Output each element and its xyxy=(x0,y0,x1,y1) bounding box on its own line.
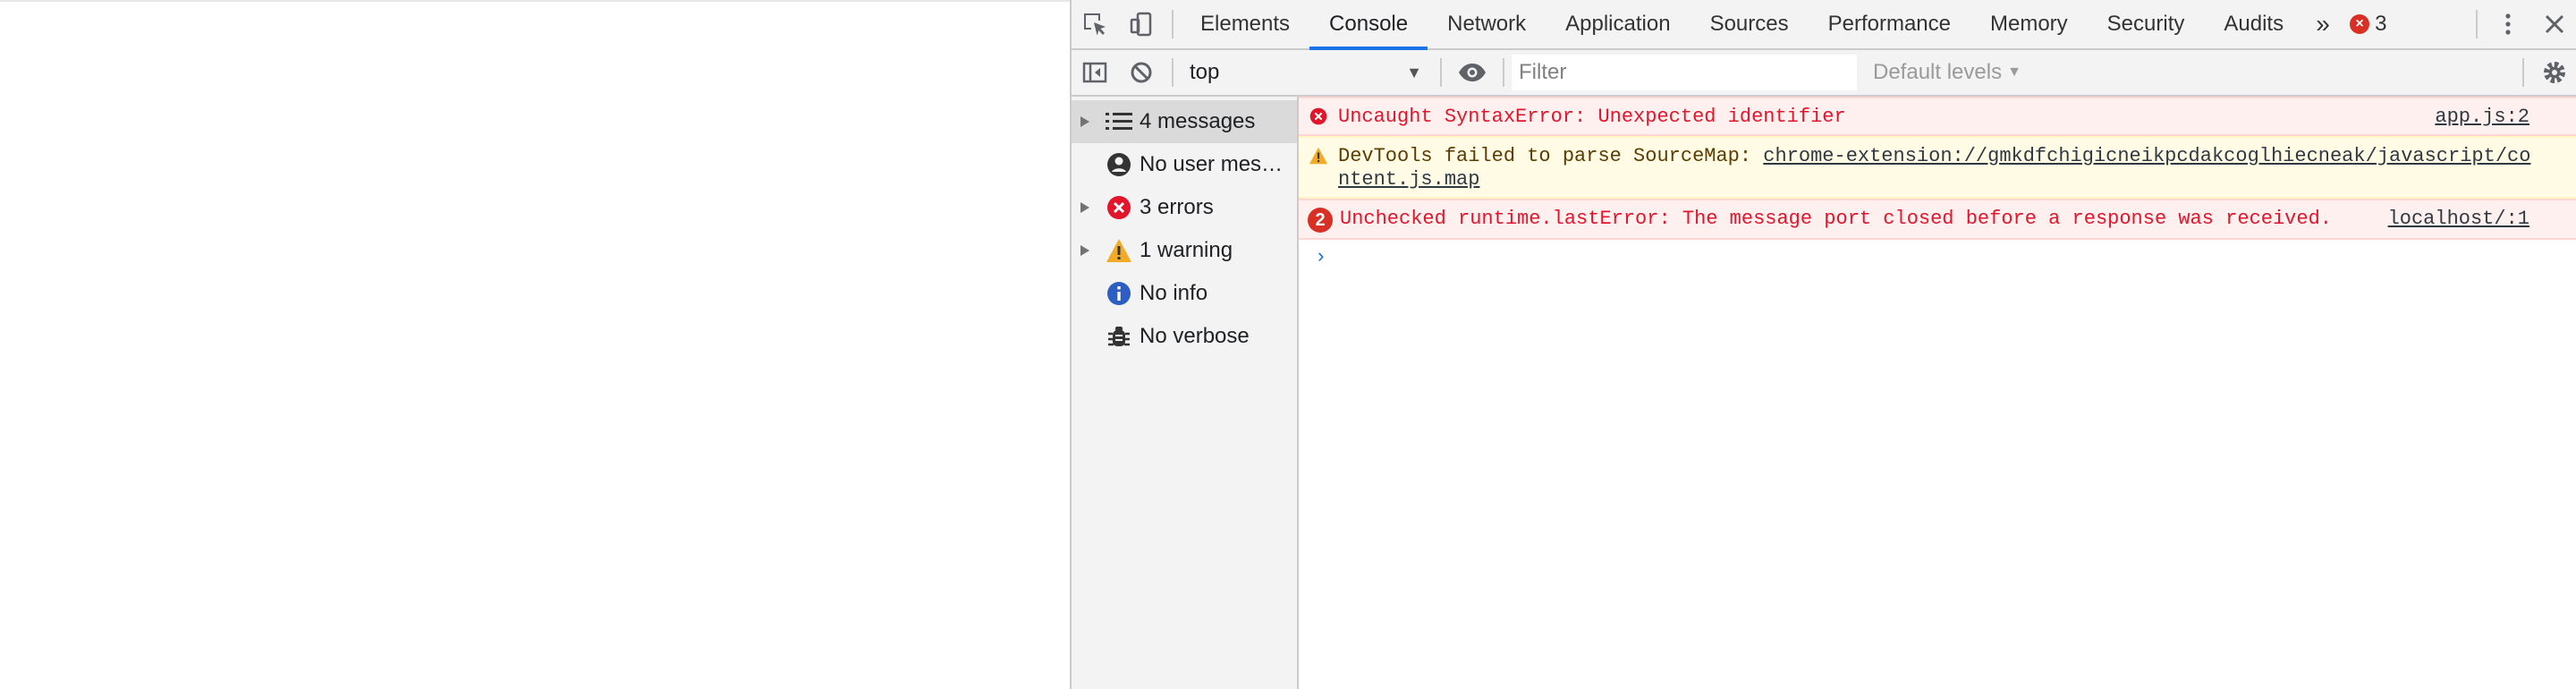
warning-icon xyxy=(1299,145,1338,165)
close-devtools-icon[interactable] xyxy=(2531,0,2576,48)
repeat-count-badge: 2 xyxy=(1308,208,1333,233)
expand-caret-icon[interactable] xyxy=(1072,244,1098,257)
sidebar-item-label: No verbose xyxy=(1140,324,1250,348)
sidebar-item-label: 3 errors xyxy=(1140,195,1214,219)
devtools-tabbar: Elements Console Network Application Sou… xyxy=(1072,0,2576,50)
sidebar-item-label: 1 warning xyxy=(1140,238,1233,262)
sidebar-item-warnings[interactable]: 1 warning xyxy=(1072,229,1297,272)
tab-performance[interactable]: Performance xyxy=(1809,0,1970,48)
tab-audits[interactable]: Audits xyxy=(2204,0,2303,48)
inspected-page xyxy=(0,0,1070,689)
expand-caret-icon[interactable] xyxy=(1072,201,1098,214)
live-expression-eye-icon[interactable] xyxy=(1449,50,1496,95)
inspect-element-icon[interactable] xyxy=(1072,0,1118,48)
console-messages: Uncaught SyntaxError: Unexpected identif… xyxy=(1299,97,2576,689)
toolbar-divider xyxy=(1172,10,1174,38)
tab-network[interactable]: Network xyxy=(1428,0,1546,48)
sidebar-item-errors[interactable]: 3 errors xyxy=(1072,186,1297,229)
sidebar-item-messages[interactable]: 4 messages xyxy=(1072,100,1297,143)
settings-gear-icon[interactable] xyxy=(2531,50,2576,95)
customize-menu-icon[interactable] xyxy=(2485,0,2531,48)
sidebar-item-label: No info xyxy=(1140,281,1208,305)
user-icon xyxy=(1098,152,1140,177)
sidebar-item-label: 4 messages xyxy=(1140,109,1256,133)
console-message-error[interactable]: 2 Unchecked runtime.lastError: The messa… xyxy=(1299,199,2576,240)
expand-caret-icon[interactable] xyxy=(1072,115,1098,128)
console-message-error[interactable]: Uncaught SyntaxError: Unexpected identif… xyxy=(1299,97,2576,136)
more-tabs-button[interactable]: » xyxy=(2303,0,2343,48)
error-icon xyxy=(1299,106,1338,125)
bug-icon xyxy=(1098,324,1140,349)
context-value: top xyxy=(1190,60,1220,84)
info-icon xyxy=(1098,281,1140,306)
device-toolbar-icon[interactable] xyxy=(1118,0,1165,48)
sidebar-item-verbose[interactable]: No verbose xyxy=(1072,315,1297,358)
sidebar-toggle-icon[interactable] xyxy=(1072,50,1118,95)
message-source-link[interactable]: localhost/:1 xyxy=(2388,208,2529,231)
console-message-warning[interactable]: DevTools failed to parse SourceMap: chro… xyxy=(1299,136,2576,199)
tab-application[interactable]: Application xyxy=(1546,0,1690,48)
error-count: 3 xyxy=(2375,12,2387,36)
sidebar-item-user-messages[interactable]: No user messages xyxy=(1072,143,1297,186)
toolbar-divider xyxy=(2522,58,2524,87)
message-text: DevTools failed to parse SourceMap: xyxy=(1338,145,1764,167)
clear-console-icon[interactable] xyxy=(1118,50,1165,95)
devtools-panel: Elements Console Network Application Sou… xyxy=(1070,0,2576,689)
console-toolbar: top ▼ Default levels ▼ xyxy=(1072,50,2576,97)
tab-elements[interactable]: Elements xyxy=(1181,0,1309,48)
sidebar-item-label: No user messages xyxy=(1140,152,1297,176)
dropdown-arrow-icon: ▼ xyxy=(2007,64,2021,80)
message-text: Uncaught SyntaxError: Unexpected identif… xyxy=(1338,106,1846,128)
prompt-chevron-icon: › xyxy=(1315,245,1327,268)
toolbar-divider xyxy=(1503,58,1504,87)
error-icon xyxy=(1098,195,1140,220)
console-prompt[interactable]: › xyxy=(1299,240,2576,274)
sidebar-item-info[interactable]: No info xyxy=(1072,272,1297,315)
error-icon: × xyxy=(2350,14,2370,34)
context-selector[interactable]: top ▼ xyxy=(1181,55,1433,90)
filter-input[interactable] xyxy=(1512,55,1857,90)
tab-console[interactable]: Console xyxy=(1309,0,1428,50)
tab-security[interactable]: Security xyxy=(2088,0,2205,48)
tab-sources[interactable]: Sources xyxy=(1690,0,1809,48)
tab-memory[interactable]: Memory xyxy=(1970,0,2088,48)
list-icon xyxy=(1098,112,1140,132)
dropdown-arrow-icon: ▼ xyxy=(1406,64,1422,81)
error-counter-button[interactable]: × 3 xyxy=(2350,12,2386,37)
warning-icon xyxy=(1098,238,1140,263)
console-sidebar: 4 messages No user messages 3 errors 1 w… xyxy=(1072,97,1299,689)
toolbar-divider xyxy=(1440,58,1442,87)
toolbar-divider xyxy=(1172,58,1174,87)
toolbar-divider xyxy=(2476,10,2478,38)
message-source-link[interactable]: app.js:2 xyxy=(2435,106,2529,129)
log-levels-label: Default levels xyxy=(1873,60,2003,84)
log-levels-dropdown[interactable]: Default levels ▼ xyxy=(1873,60,2021,85)
